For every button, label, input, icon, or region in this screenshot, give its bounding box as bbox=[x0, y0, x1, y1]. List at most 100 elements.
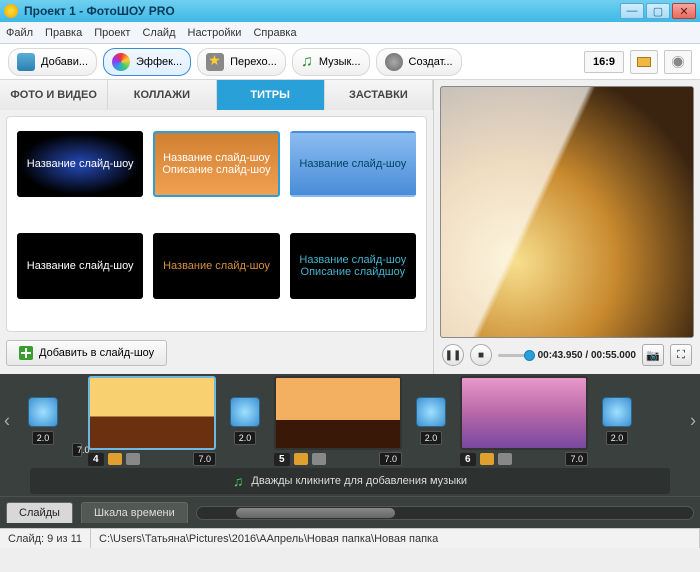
title-template-1[interactable]: Название слайд-шоу bbox=[17, 131, 143, 197]
app-icon bbox=[4, 4, 18, 18]
tab-timeline-view[interactable]: Шкала времени bbox=[81, 502, 188, 523]
aspect-ratio[interactable]: 16:9 bbox=[584, 51, 624, 73]
tab-slides-view[interactable]: Слайды bbox=[6, 502, 73, 523]
window-title: Проект 1 - ФотоШОУ PRO bbox=[24, 4, 618, 18]
thumb-label: Название слайд-шоу bbox=[27, 260, 134, 272]
thumb-sublabel: Описание слайд-шоу bbox=[162, 164, 270, 176]
thumb-sublabel: Описание слайдшоу bbox=[301, 266, 406, 278]
close-button[interactable]: ✕ bbox=[672, 3, 696, 19]
minimize-button[interactable]: — bbox=[620, 3, 644, 19]
add-to-slideshow-label: Добавить в слайд-шоу bbox=[39, 347, 154, 359]
status-path: C:\Users\Татьяна\Pictures\2016\ААпрель\Н… bbox=[91, 529, 700, 548]
music-label: Музык... bbox=[319, 56, 361, 68]
camera-icon bbox=[17, 53, 35, 71]
pause-button[interactable]: ❚❚ bbox=[442, 344, 464, 366]
create-button[interactable]: Создат... bbox=[376, 48, 462, 76]
thumb-label: Название слайд-шоу bbox=[163, 260, 270, 272]
seek-bar[interactable] bbox=[498, 354, 532, 357]
transition-icon bbox=[602, 397, 632, 427]
music-hint-label: Дважды кликните для добавления музыки bbox=[251, 475, 467, 487]
slide-duration-prev[interactable]: 7.0 bbox=[72, 443, 82, 457]
thumb-label: Название слайд-шоу bbox=[299, 254, 406, 266]
slide-thumbnail bbox=[460, 376, 588, 450]
time-display: 00:43.950 / 00:55.000 bbox=[538, 350, 636, 361]
slide-number: 4 bbox=[88, 453, 104, 466]
slide-5[interactable]: 5 7.0 bbox=[274, 376, 402, 466]
music-note-icon: ♫ bbox=[233, 473, 244, 489]
transitions-label: Перехо... bbox=[230, 56, 277, 68]
slide-duration[interactable]: 7.0 bbox=[193, 452, 216, 466]
effects-button[interactable]: Эффек... bbox=[103, 48, 191, 76]
palette-icon bbox=[112, 53, 130, 71]
effects-label: Эффек... bbox=[136, 56, 182, 68]
preview-image bbox=[441, 87, 693, 337]
transition-duration[interactable]: 2.0 bbox=[234, 431, 257, 445]
gear-icon bbox=[675, 58, 682, 65]
thumb-label: Название слайд-шоу bbox=[27, 158, 134, 170]
reel-icon bbox=[385, 53, 403, 71]
maximize-button[interactable]: ▢ bbox=[646, 3, 670, 19]
edit-slide-button[interactable] bbox=[294, 453, 308, 465]
slide-duration[interactable]: 7.0 bbox=[565, 452, 588, 466]
seek-handle[interactable] bbox=[524, 350, 535, 361]
menu-edit[interactable]: Правка bbox=[45, 27, 82, 39]
edit-slide-button[interactable] bbox=[480, 453, 494, 465]
music-button[interactable]: ♫Музык... bbox=[292, 48, 370, 76]
player-controls: ❚❚ ■ 00:43.950 / 00:55.000 📷 ⛶ bbox=[440, 338, 694, 368]
tab-splash[interactable]: ЗАСТАВКИ bbox=[325, 80, 433, 110]
transition-slot[interactable]: 2.0 bbox=[408, 397, 454, 445]
thumb-label: Название слайд-шоу bbox=[163, 152, 270, 164]
star-icon bbox=[206, 53, 224, 71]
menu-project[interactable]: Проект bbox=[94, 27, 130, 39]
title-template-5[interactable]: Название слайд-шоу bbox=[153, 233, 279, 299]
transition-slot[interactable]: 2.0 bbox=[20, 397, 66, 445]
slide-menu-button[interactable] bbox=[126, 453, 140, 465]
title-template-6[interactable]: Название слайд-шоуОписание слайдшоу bbox=[290, 233, 416, 299]
slide-number: 6 bbox=[460, 453, 476, 466]
background-button[interactable] bbox=[630, 50, 658, 74]
stop-button[interactable]: ■ bbox=[470, 344, 492, 366]
scrollbar-thumb[interactable] bbox=[236, 508, 395, 518]
transitions-button[interactable]: Перехо... bbox=[197, 48, 286, 76]
slide-menu-button[interactable] bbox=[498, 453, 512, 465]
transition-duration[interactable]: 2.0 bbox=[606, 431, 629, 445]
menu-settings[interactable]: Настройки bbox=[188, 27, 242, 39]
work-area: ФОТО И ВИДЕО КОЛЛАЖИ ТИТРЫ ЗАСТАВКИ Назв… bbox=[0, 80, 700, 374]
transition-duration[interactable]: 2.0 bbox=[420, 431, 443, 445]
menu-help[interactable]: Справка bbox=[253, 27, 296, 39]
title-template-3[interactable]: Название слайд-шоу bbox=[290, 131, 416, 197]
menu-file[interactable]: Файл bbox=[6, 27, 33, 39]
nav-prev-button[interactable]: ‹ bbox=[4, 411, 10, 432]
left-panel: ФОТО И ВИДЕО КОЛЛАЖИ ТИТРЫ ЗАСТАВКИ Назв… bbox=[0, 80, 434, 374]
slide-thumbnail bbox=[274, 376, 402, 450]
status-slide-count: Слайд: 9 из 11 bbox=[0, 529, 91, 548]
slide-menu-button[interactable] bbox=[312, 453, 326, 465]
add-button[interactable]: Добави... bbox=[8, 48, 97, 76]
nav-next-button[interactable]: › bbox=[690, 411, 696, 432]
slide-thumbnail bbox=[88, 376, 216, 450]
plus-icon bbox=[19, 346, 33, 360]
add-label: Добави... bbox=[41, 56, 88, 68]
title-bar: Проект 1 - ФотоШОУ PRO — ▢ ✕ bbox=[0, 0, 700, 22]
slide-4[interactable]: 4 7.0 bbox=[88, 376, 216, 466]
video-preview[interactable] bbox=[440, 86, 694, 338]
snapshot-button[interactable]: 📷 bbox=[642, 344, 664, 366]
transition-icon bbox=[416, 397, 446, 427]
slide-6[interactable]: 6 7.0 bbox=[460, 376, 588, 466]
title-template-4[interactable]: Название слайд-шоу bbox=[17, 233, 143, 299]
slide-duration[interactable]: 7.0 bbox=[379, 452, 402, 466]
transition-slot[interactable]: 2.0 bbox=[594, 397, 640, 445]
music-track-hint[interactable]: ♫ Дважды кликните для добавления музыки bbox=[30, 468, 670, 494]
add-to-slideshow-button[interactable]: Добавить в слайд-шоу bbox=[6, 340, 167, 366]
tab-photo-video[interactable]: ФОТО И ВИДЕО bbox=[0, 80, 108, 110]
transition-slot[interactable]: 2.0 bbox=[222, 397, 268, 445]
timeline-scrollbar[interactable] bbox=[196, 506, 694, 520]
tab-titles[interactable]: ТИТРЫ bbox=[217, 80, 325, 110]
fullscreen-button[interactable]: ⛶ bbox=[670, 344, 692, 366]
transition-duration[interactable]: 2.0 bbox=[32, 431, 55, 445]
title-template-2[interactable]: Название слайд-шоуОписание слайд-шоу bbox=[153, 131, 279, 197]
menu-slide[interactable]: Слайд bbox=[142, 27, 175, 39]
edit-slide-button[interactable] bbox=[108, 453, 122, 465]
tab-collage[interactable]: КОЛЛАЖИ bbox=[108, 80, 216, 110]
settings-button[interactable] bbox=[664, 50, 692, 74]
